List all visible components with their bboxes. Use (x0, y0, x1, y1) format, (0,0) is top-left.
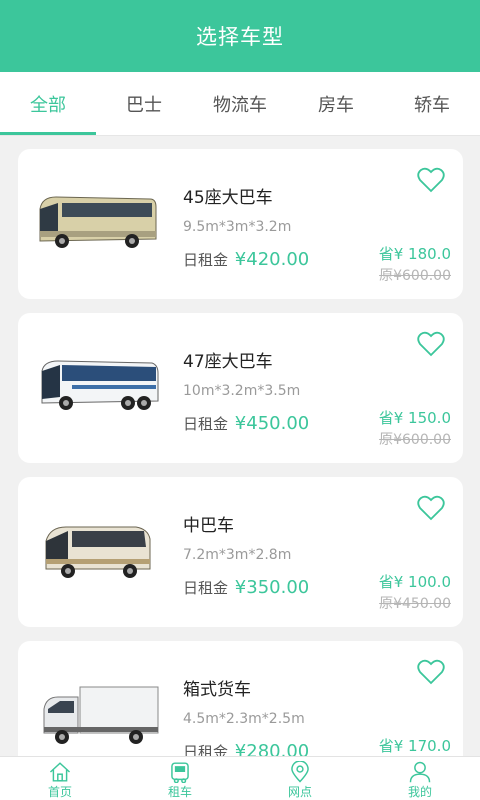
original-price: 原¥600.00 (379, 268, 451, 284)
coach-bus-icon (39, 196, 157, 248)
tab-bus[interactable]: 巴士 (96, 72, 192, 135)
rent-label: 日租金 (183, 415, 229, 433)
rent-label: 日租金 (183, 579, 229, 597)
car-size: 10m*3.2m*3.5m (183, 383, 301, 399)
save-amount: 省¥ 100.0 (378, 573, 451, 591)
nav-profile[interactable]: 我的 (360, 757, 480, 800)
car-name: 中巴车 (183, 516, 234, 536)
car-list: 45座大巴车 9.5m*3m*3.2m 日租金 ¥420.00 省¥ 180.0… (0, 136, 480, 756)
car-card[interactable]: 45座大巴车 9.5m*3m*3.2m 日租金 ¥420.00 省¥ 180.0… (18, 149, 463, 299)
nav-rent-label: 租车 (167, 785, 192, 799)
home-icon (49, 762, 71, 782)
app-header: 选择车型 (0, 0, 480, 72)
car-size: 4.5m*2.3m*2.5m (183, 711, 305, 727)
tab-logistics[interactable]: 物流车 (192, 72, 288, 135)
category-tabs: 全部 巴士 物流车 房车 轿车 (0, 72, 480, 136)
bottom-navigation: 首页 租车 网点 我的 (0, 756, 480, 800)
car-name: 箱式货车 (183, 680, 251, 700)
car-card[interactable]: 箱式货车 4.5m*2.3m*2.5m 日租金 ¥280.00 省¥ 170.0 (18, 641, 463, 756)
nav-home[interactable]: 首页 (0, 757, 120, 800)
page-title: 选择车型 (196, 25, 284, 49)
rent-price: ¥350.00 (234, 577, 310, 598)
nav-home-label: 首页 (47, 785, 72, 799)
car-card[interactable]: 中巴车 7.2m*3m*2.8m 日租金 ¥350.00 省¥ 100.0 原¥… (18, 477, 463, 627)
nav-rent[interactable]: 租车 (120, 757, 240, 800)
car-size: 7.2m*3m*2.8m (183, 547, 292, 563)
user-icon (409, 761, 431, 783)
rent-price: ¥280.00 (234, 741, 310, 756)
rent-label: 日租金 (183, 743, 229, 756)
location-icon (291, 761, 309, 783)
daily-rent: 日租金 ¥350.00 (183, 577, 309, 598)
rent-price: ¥450.00 (234, 413, 310, 434)
favorite-heart-icon[interactable] (417, 495, 445, 521)
original-price: 原¥600.00 (379, 432, 451, 448)
save-amount: 省¥ 150.0 (378, 409, 451, 427)
save-amount: 省¥ 180.0 (378, 245, 451, 263)
daily-rent: 日租金 ¥280.00 (183, 741, 309, 756)
car-name: 47座大巴车 (183, 352, 273, 372)
car-name: 45座大巴车 (183, 188, 273, 208)
minibus-icon (45, 526, 151, 578)
coach-bus-icon (41, 360, 159, 410)
car-rent-icon (171, 762, 189, 783)
tab-sedan[interactable]: 轿车 (384, 72, 480, 135)
favorite-heart-icon[interactable] (417, 659, 445, 685)
daily-rent: 日租金 ¥450.00 (183, 413, 309, 434)
favorite-heart-icon[interactable] (417, 331, 445, 357)
tab-rv[interactable]: 房车 (288, 72, 384, 135)
nav-location-label: 网点 (287, 785, 312, 799)
daily-rent: 日租金 ¥420.00 (183, 249, 309, 270)
rent-label: 日租金 (183, 251, 229, 269)
favorite-heart-icon[interactable] (417, 167, 445, 193)
tab-all[interactable]: 全部 (0, 72, 96, 135)
rent-price: ¥420.00 (234, 249, 310, 270)
car-size: 9.5m*3m*3.2m (183, 219, 292, 235)
original-price: 原¥450.00 (379, 596, 451, 612)
save-amount: 省¥ 170.0 (378, 737, 451, 755)
box-truck-icon (43, 686, 159, 744)
car-card[interactable]: 47座大巴车 10m*3.2m*3.5m 日租金 ¥450.00 省¥ 150.… (18, 313, 463, 463)
nav-profile-label: 我的 (407, 785, 432, 799)
nav-location[interactable]: 网点 (240, 757, 360, 800)
